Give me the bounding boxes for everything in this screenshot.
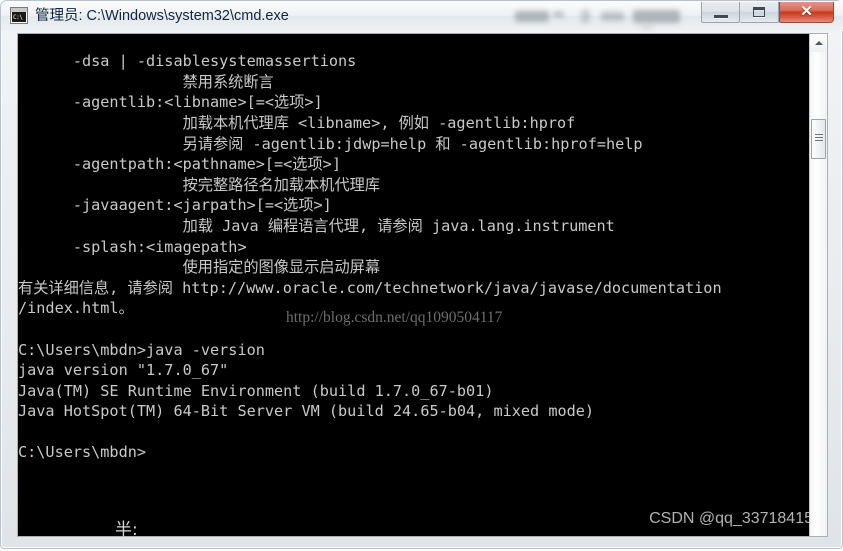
maximize-icon xyxy=(753,7,765,17)
cmd-icon-label: C:\ xyxy=(12,12,26,22)
console-area[interactable]: -dsa | -disablesystemassertions 禁用系统断言 -… xyxy=(17,33,828,540)
close-icon: ✕ xyxy=(800,3,813,20)
scrollbar-grip-icon xyxy=(815,134,823,143)
console-output: -dsa | -disablesystemassertions 禁用系统断言 -… xyxy=(18,52,722,462)
close-button[interactable]: ✕ xyxy=(779,2,834,23)
scrollbar-thumb[interactable] xyxy=(811,119,826,159)
cmd-icon: C:\ xyxy=(10,7,28,24)
cmd-window: C:\ 管理员: C:\Windows\system32\cmd.exe ✕ -… xyxy=(0,0,843,549)
scroll-up-button[interactable] xyxy=(810,34,827,52)
vertical-scrollbar[interactable] xyxy=(809,34,827,536)
minimize-icon xyxy=(713,15,728,18)
maximize-button[interactable] xyxy=(740,2,779,23)
window-title: 管理员: C:\Windows\system32\cmd.exe xyxy=(35,8,289,24)
chevron-up-icon xyxy=(814,41,823,45)
minimize-button[interactable] xyxy=(701,2,740,23)
redacted-titlebar-region xyxy=(513,5,691,29)
title-bar[interactable]: C:\ 管理员: C:\Windows\system32\cmd.exe ✕ xyxy=(1,1,843,31)
